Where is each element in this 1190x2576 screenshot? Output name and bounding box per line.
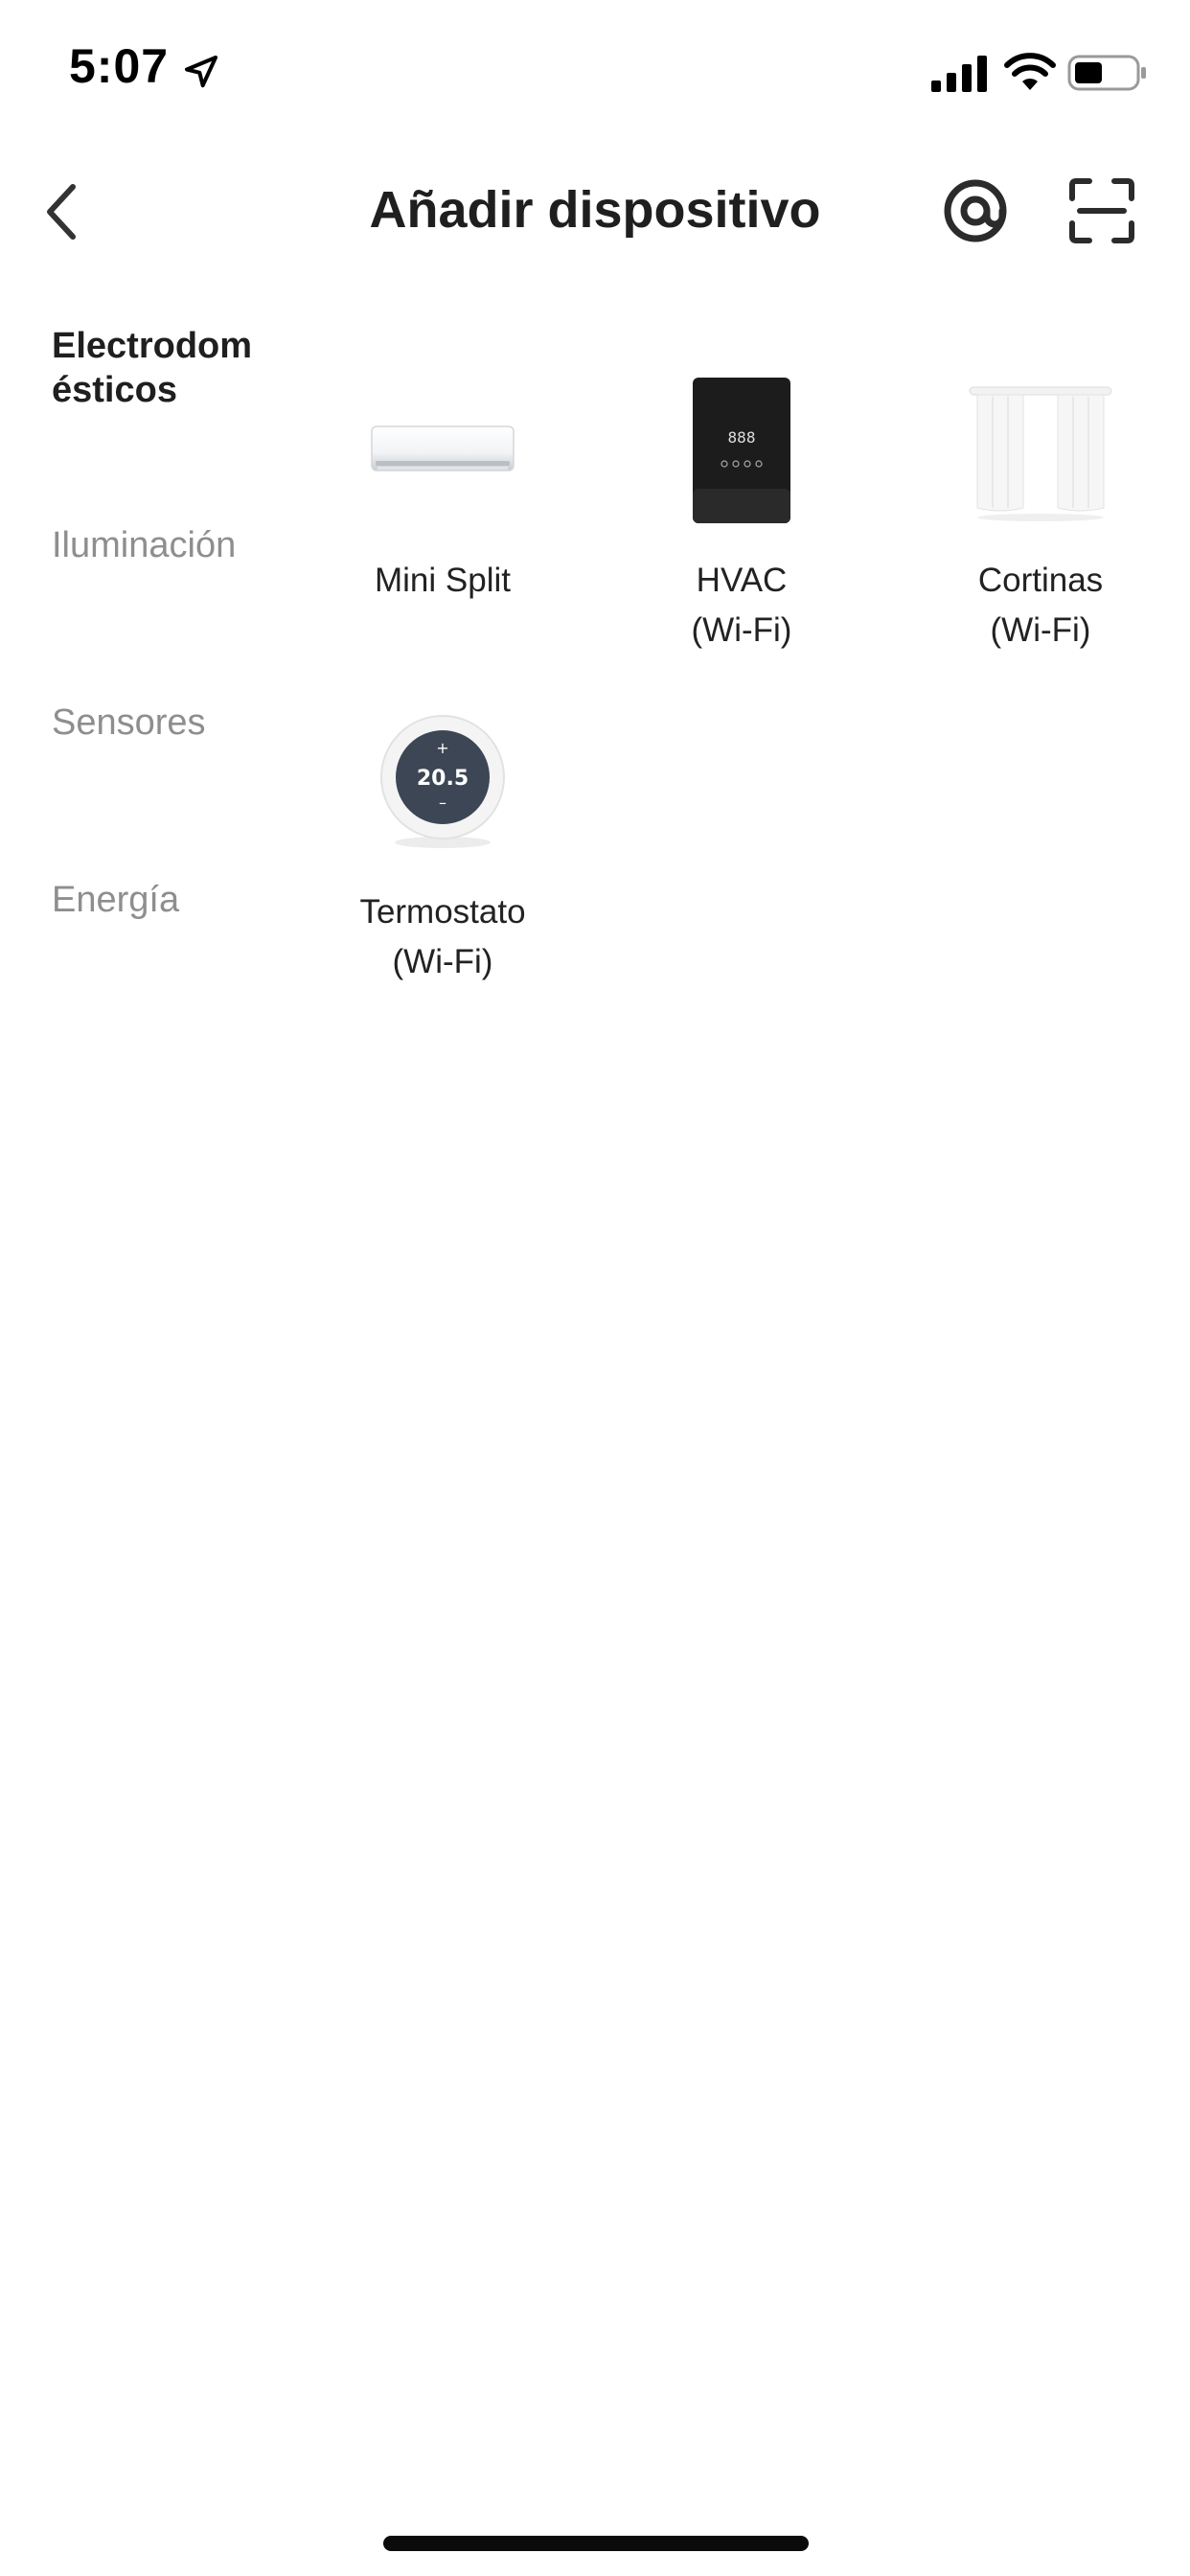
device-termostato[interactable]: + 20.5 – Termostato (Wi-Fi) (293, 696, 592, 987)
sidebar-item-electrodomesticos[interactable]: Electrodom ésticos (52, 324, 301, 412)
sidebar-item-energia[interactable]: Energía (52, 878, 301, 922)
hvac-panel-image: 888 (655, 364, 828, 537)
device-mini-split[interactable]: Mini Split (293, 364, 592, 606)
thermostat-plus: + (436, 739, 448, 757)
status-time: 5:07 (69, 39, 170, 93)
location-icon (185, 56, 217, 88)
device-hvac[interactable]: 888 HVAC (Wi-Fi) (592, 364, 891, 656)
thermostat-image: + 20.5 – (356, 696, 529, 868)
thermostat-minus: – (439, 794, 446, 812)
back-button[interactable] (34, 178, 88, 245)
device-label: Termostato (Wi-Fi) (359, 893, 526, 980)
scan-icon (1069, 178, 1134, 243)
home-indicator[interactable] (383, 2536, 809, 2551)
curtains-image (954, 364, 1127, 537)
signal-icon (931, 56, 987, 92)
battery-icon (1067, 55, 1146, 91)
thermostat-value: 20.5 (417, 767, 469, 791)
hvac-display-text: 888 (728, 428, 756, 447)
device-cortinas[interactable]: Cortinas (Wi-Fi) (891, 364, 1190, 656)
scan-button[interactable] (1065, 174, 1138, 247)
navigation-header: Añadir dispositivo (0, 144, 1190, 278)
at-sign-button[interactable] (939, 174, 1012, 247)
sidebar-item-sensores[interactable]: Sensores (52, 701, 301, 745)
device-label: Cortinas (Wi-Fi) (977, 562, 1104, 649)
device-label: HVAC (Wi-Fi) (691, 562, 792, 649)
status-bar: 5:07 (0, 0, 1190, 144)
device-label: Mini Split (375, 562, 511, 599)
chevron-left-icon (47, 184, 76, 240)
wifi-icon (1004, 53, 1056, 90)
at-sign-icon (944, 179, 1007, 242)
mini-split-image (356, 364, 529, 537)
sidebar-item-iluminacion[interactable]: Iluminación (52, 523, 301, 567)
